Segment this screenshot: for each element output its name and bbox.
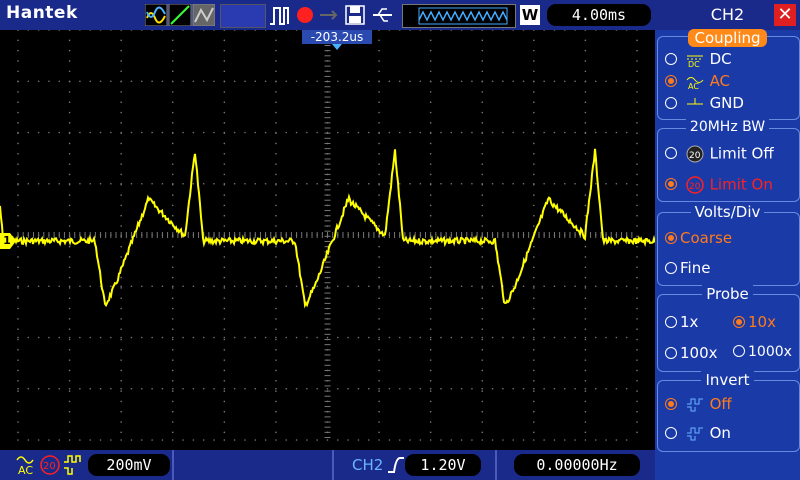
svg-text:DC: DC	[688, 60, 700, 67]
channel-marker-label[interactable]: 1	[1, 233, 13, 249]
frequency-readout: 0.00000Hz	[514, 454, 640, 476]
run-arrow-icon[interactable]	[318, 4, 340, 26]
display-mode-icons[interactable]	[145, 4, 215, 26]
waveform-graticule	[0, 29, 656, 441]
invert-off-option[interactable]: Off	[665, 395, 732, 413]
channel-menu-panel: CH2 ✕ Coupling DC DC AC AC GND 20MHz BW …	[655, 0, 800, 480]
ac-coupling-icon: AC	[16, 456, 34, 476]
trigger-mode-badge[interactable]: W	[520, 5, 540, 25]
radio-icon	[733, 345, 745, 357]
coupling-ac-option[interactable]: AC AC	[665, 72, 730, 91]
bw-on-icon: 20	[686, 176, 704, 194]
trigger-level-readout[interactable]: 1.20V	[405, 454, 481, 476]
save-icon[interactable]	[344, 4, 366, 26]
invert-heading: Invert	[655, 371, 800, 389]
radio-icon	[665, 261, 677, 274]
svg-text:AC: AC	[688, 82, 699, 89]
volts-fine-option[interactable]: Fine	[665, 259, 710, 277]
probe-heading: Probe	[655, 285, 800, 303]
probe-100x-option[interactable]: 100x	[665, 344, 718, 362]
radio-selected-icon	[665, 178, 677, 190]
radio-icon	[665, 315, 677, 328]
coupling-heading: Coupling	[655, 29, 800, 47]
invert-off-icon	[686, 398, 703, 411]
divider	[332, 450, 334, 480]
offset-marker-label: -203.2us	[310, 30, 364, 44]
coupling-gnd-option[interactable]: GND	[665, 94, 744, 112]
divider	[172, 450, 174, 480]
svg-text:20: 20	[689, 182, 701, 192]
bw-limit-on-option[interactable]: 20 Limit On	[665, 175, 773, 195]
trigger-channel-label: CH2	[352, 456, 384, 474]
waveform-display[interactable]: -203.2us 1	[0, 29, 656, 450]
radio-icon	[665, 147, 677, 159]
invert-off-icon	[64, 455, 81, 475]
rising-edge-icon[interactable]	[386, 456, 406, 474]
radio-selected-icon	[665, 231, 677, 244]
volts-div-heading: Volts/Div	[655, 203, 800, 221]
volts-coarse-option[interactable]: Coarse	[665, 229, 732, 247]
svg-text:AC: AC	[18, 464, 33, 476]
invert-on-option[interactable]: On	[665, 424, 731, 442]
bw-limit-off-option[interactable]: 20 Limit Off	[665, 144, 774, 164]
probe-1x-option[interactable]: 1x	[665, 313, 698, 331]
radio-icon	[665, 52, 677, 65]
offset-marker-pointer	[332, 44, 342, 50]
record-icon[interactable]	[294, 4, 316, 26]
invert-on-icon	[686, 427, 703, 440]
coupling-dc-option[interactable]: DC DC	[665, 50, 732, 69]
divider	[495, 450, 497, 480]
brand-logo: Hantek	[6, 3, 78, 23]
probe-10x-option[interactable]: 10x	[733, 313, 776, 331]
svg-text:20: 20	[689, 151, 701, 161]
memory-waveform-icon	[418, 7, 508, 25]
ac-icon: AC	[686, 76, 704, 91]
graticule-grid	[17, 29, 638, 441]
probe-1000x-option[interactable]: 1000x	[733, 344, 792, 360]
time-base-readout[interactable]: 4.00ms	[547, 4, 651, 26]
bottom-status-bar: AC 20 200mV CH2 1.20V 0.00000Hz	[0, 450, 655, 480]
usb-icon[interactable]	[370, 4, 396, 26]
radio-selected-icon	[665, 397, 677, 410]
top-status-bar: Hantek W 4.00ms	[0, 0, 655, 30]
bw-limit-20-icon: 20	[40, 455, 60, 475]
ch1-trace	[0, 148, 656, 309]
memory-depth-window	[402, 4, 516, 28]
bandwidth-heading: 20MHz BW	[655, 119, 800, 135]
channel-status-icons: AC 20	[16, 455, 81, 476]
bw-off-icon: 20	[686, 145, 704, 163]
radio-icon	[665, 96, 677, 109]
radio-selected-icon	[733, 315, 745, 328]
svg-text:20: 20	[43, 461, 56, 472]
gnd-icon	[686, 97, 703, 104]
radio-icon	[665, 426, 677, 439]
radio-selected-icon	[665, 74, 677, 87]
close-button[interactable]: ✕	[774, 4, 796, 26]
volts-div-readout[interactable]: 200mV	[88, 454, 170, 476]
blank-slot	[220, 4, 266, 28]
dc-icon: DC	[686, 55, 703, 69]
pulse-trigger-icon[interactable]	[268, 4, 292, 26]
radio-icon	[665, 346, 677, 359]
